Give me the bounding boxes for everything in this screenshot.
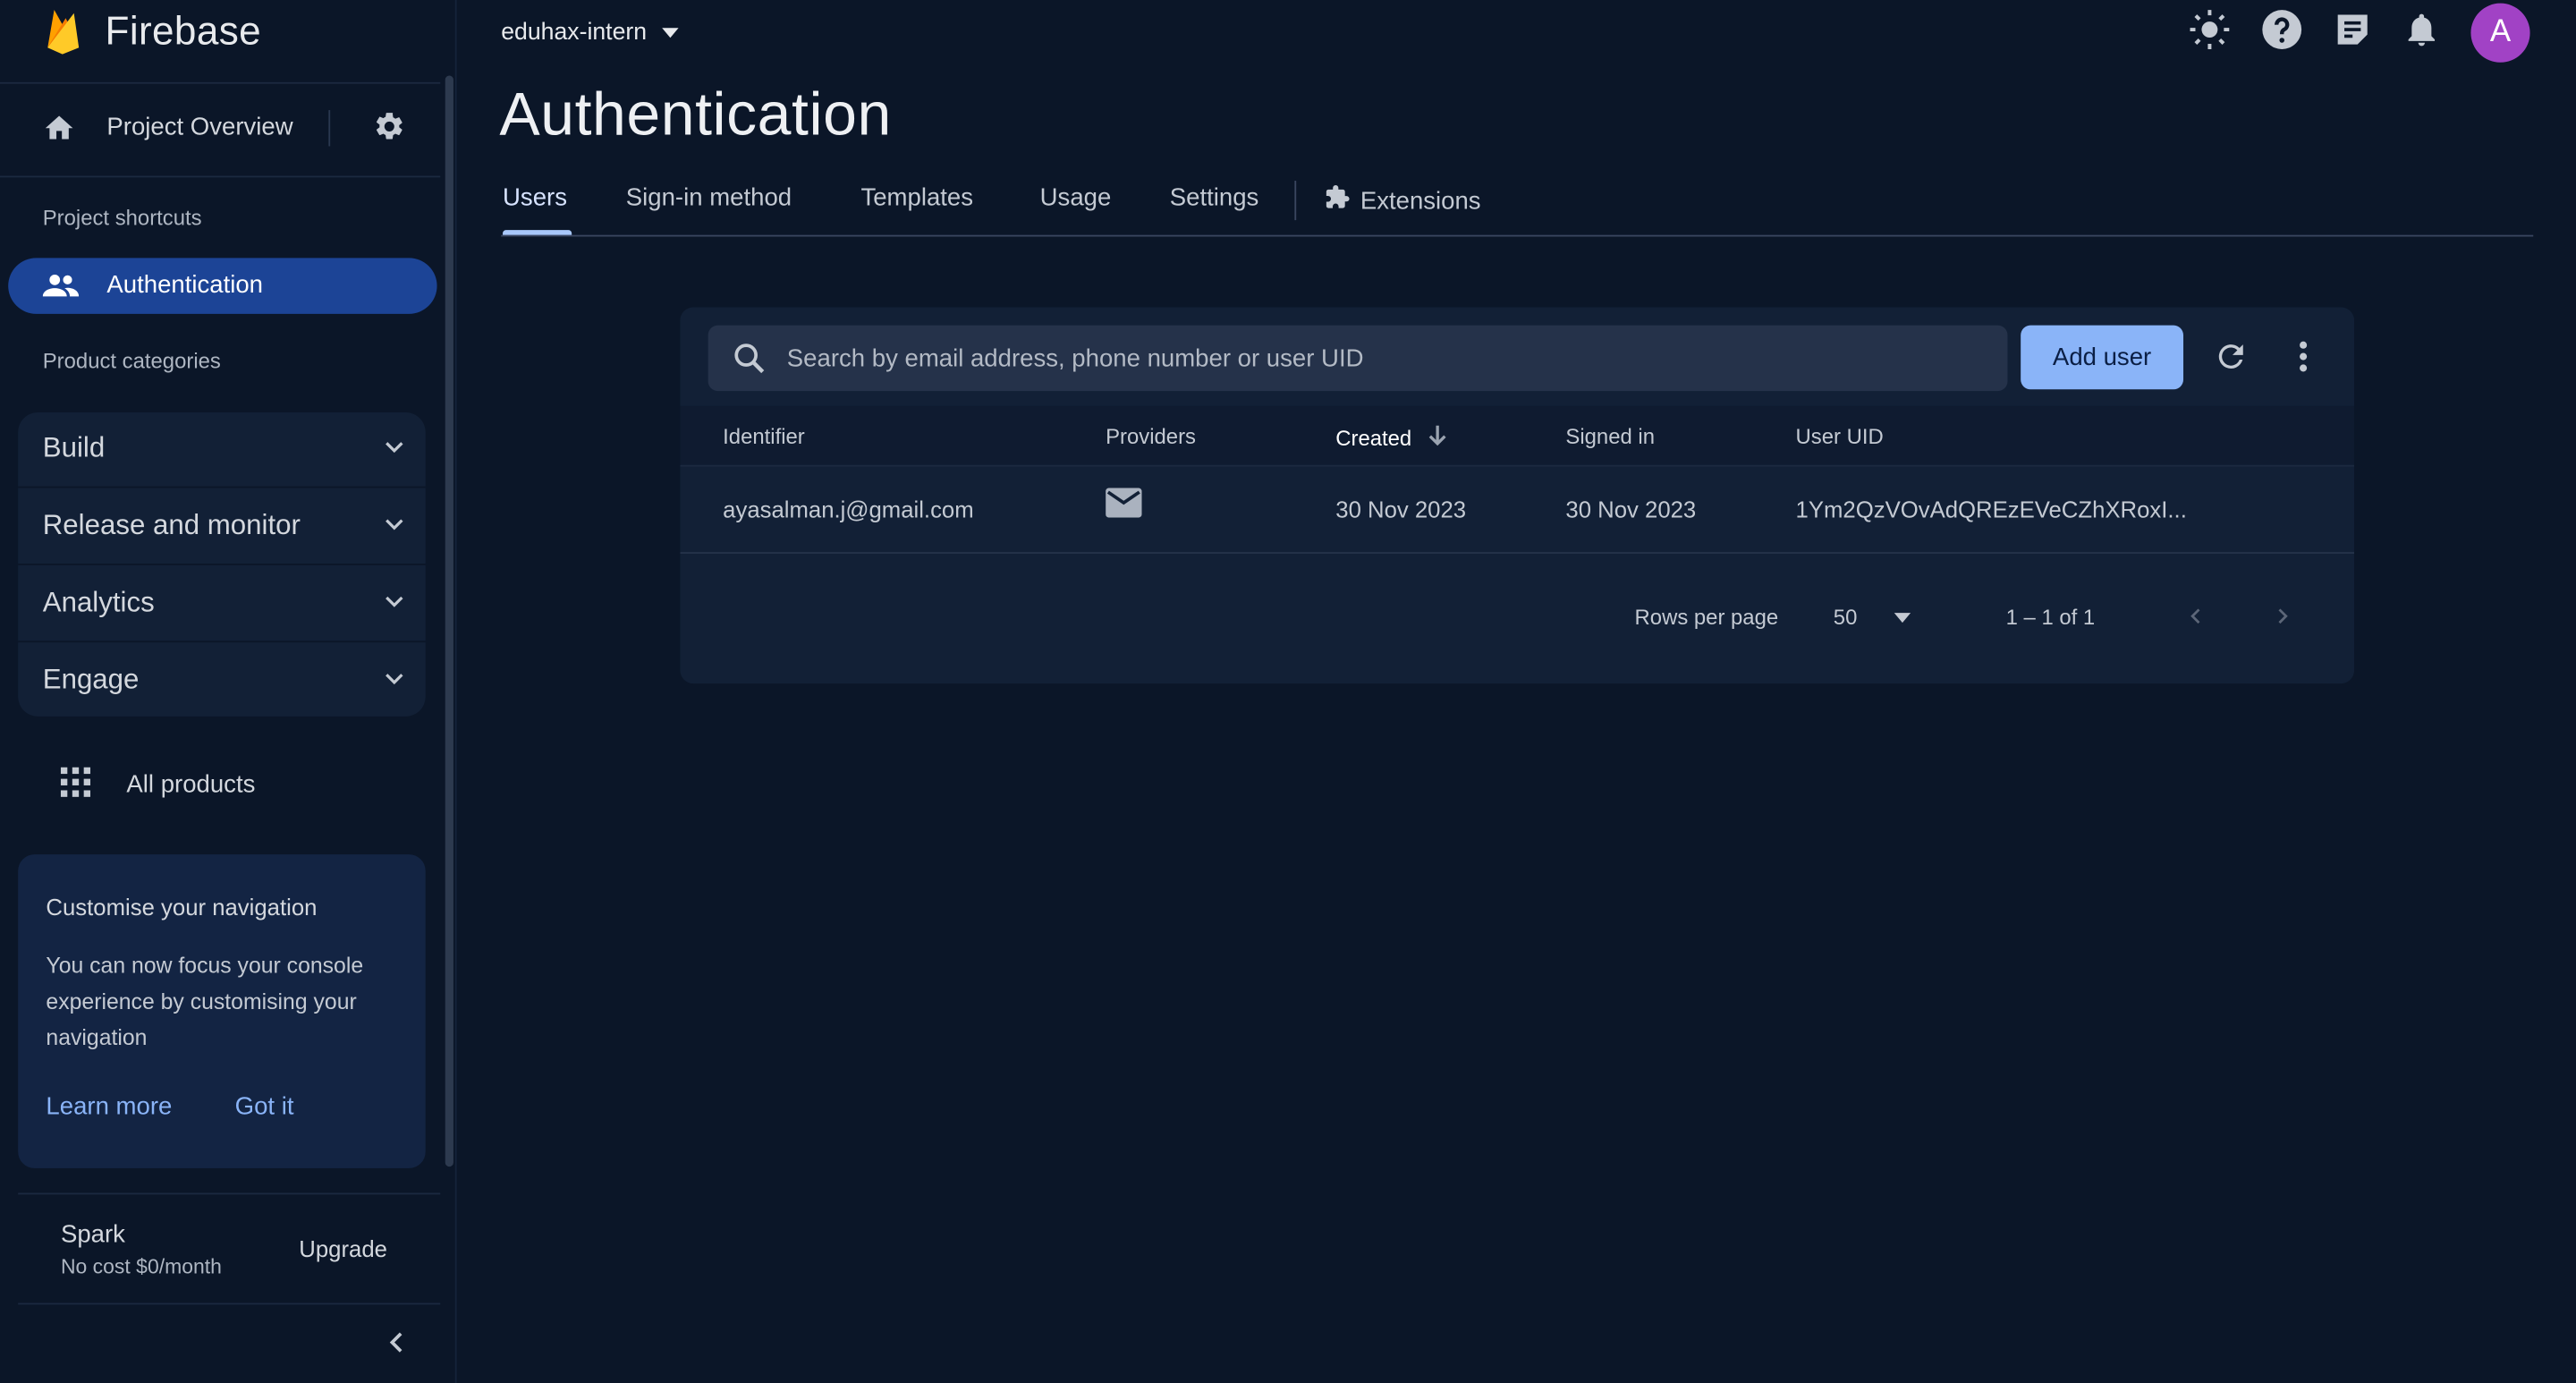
column-header-label: Created [1335, 425, 1412, 451]
tab-label: Templates [860, 183, 974, 212]
search-bar [708, 325, 2008, 392]
column-header-identifier[interactable]: Identifier [723, 424, 805, 449]
users-panel: Add user Identifier Providers Created Si… [680, 307, 2355, 684]
active-tab-indicator [503, 230, 572, 235]
extension-puzzle-icon [1324, 184, 1350, 217]
tab-label: Users [503, 183, 567, 212]
tab-label: Extensions [1360, 186, 1481, 215]
email-icon [1106, 488, 1142, 526]
table-header: Identifier Providers Created Signed in U… [680, 405, 2355, 465]
home-icon [43, 112, 76, 153]
project-name: eduhax-intern [501, 20, 648, 47]
tab-extensions[interactable]: Extensions [1324, 184, 1481, 217]
search-icon [731, 340, 767, 385]
rows-per-page-value: 50 [1833, 604, 1858, 630]
top-actions: A [2189, 3, 2530, 63]
column-header-user-uid[interactable]: User UID [1796, 424, 1884, 449]
shortcuts-heading: Project shortcuts [42, 205, 202, 231]
card-title: Customise your navigation [46, 894, 318, 921]
tab-settings[interactable]: Settings [1170, 184, 1259, 212]
column-header-providers: Providers [1106, 423, 1196, 449]
page-title: Authentication [499, 80, 892, 148]
chevron-down-icon [383, 590, 406, 621]
next-page-icon[interactable] [2272, 603, 2292, 634]
categories-heading: Product categories [42, 348, 221, 373]
gear-icon[interactable] [373, 110, 406, 151]
user-created: 30 Nov 2023 [1335, 496, 1467, 523]
category-analytics[interactable]: Analytics [18, 567, 426, 643]
category-build[interactable]: Build [18, 412, 426, 488]
sidebar-item-label: Authentication [106, 271, 264, 300]
tab-label: Sign-in method [625, 183, 792, 212]
all-products-link[interactable]: All products [59, 765, 255, 806]
plan-cost: No cost $0/month [60, 1255, 222, 1278]
plan-name: Spark [60, 1220, 125, 1249]
brand-name: Firebase [105, 10, 262, 55]
avatar[interactable]: A [2470, 3, 2530, 63]
rows-per-page-label: Rows per page [1634, 604, 1779, 630]
pagination-range: 1 – 1 of 1 [2005, 604, 2096, 630]
category-label: Engage [42, 664, 140, 695]
apps-grid-icon [59, 765, 92, 806]
user-signed-in: 30 Nov 2023 [1565, 496, 1697, 523]
user-identifier: ayasalman.j@gmail.com [723, 496, 974, 523]
card-body: You can now focus your console experienc… [46, 953, 364, 1050]
chevron-down-icon [383, 513, 406, 544]
all-products-label: All products [126, 770, 256, 799]
arrow-down-icon [1428, 424, 1448, 452]
tab-users[interactable]: Users [503, 183, 572, 235]
firebase-brand[interactable]: Firebase [43, 6, 261, 59]
project-switcher[interactable]: eduhax-intern [501, 16, 680, 49]
tab-bar: Users Sign-in method Templates Usage Set… [501, 177, 2534, 237]
column-header-created[interactable]: Created [1335, 424, 1447, 452]
upgrade-button[interactable]: Upgrade [299, 1235, 387, 1261]
rows-per-page-select[interactable]: 50 [1833, 604, 1913, 630]
chevron-down-icon [383, 667, 406, 699]
category-label: Release and monitor [42, 509, 301, 541]
category-engage[interactable]: Engage [18, 644, 426, 719]
caret-down-icon [1894, 605, 1913, 630]
column-header-signed-in[interactable]: Signed in [1565, 424, 1655, 449]
learn-more-link[interactable]: Learn more [46, 1092, 172, 1120]
customise-navigation-card: Customise your navigation You can now fo… [18, 854, 426, 1168]
divider [18, 1302, 441, 1305]
refresh-icon[interactable] [2213, 338, 2249, 383]
help-icon[interactable] [2260, 7, 2303, 58]
sidebar-scrollbar[interactable] [445, 75, 453, 1167]
tab-sign-in-method[interactable]: Sign-in method [626, 184, 792, 212]
tab-usage[interactable]: Usage [1040, 184, 1112, 212]
caret-down-icon [660, 18, 680, 47]
project-overview-link[interactable]: Project Overview [106, 114, 292, 141]
firebase-logo-icon [43, 4, 82, 62]
category-label: Build [42, 432, 106, 463]
search-input[interactable] [786, 325, 1987, 392]
notifications-bell-icon[interactable] [2402, 9, 2441, 56]
project-overview-row: Project Overview [0, 81, 441, 178]
collapse-sidebar-icon[interactable] [385, 1328, 411, 1365]
more-vert-icon[interactable] [2295, 338, 2311, 383]
divider [18, 1192, 441, 1195]
previous-page-icon[interactable] [2187, 603, 2207, 634]
divider [1294, 181, 1297, 221]
tab-templates[interactable]: Templates [860, 184, 973, 212]
category-release-and-monitor[interactable]: Release and monitor [18, 489, 426, 565]
theme-toggle-icon[interactable] [2189, 7, 2232, 58]
category-label: Analytics [42, 586, 155, 618]
sidebar-item-authentication[interactable]: Authentication [8, 258, 437, 314]
feedback-icon[interactable] [2333, 9, 2372, 56]
product-categories: Build Release and monitor Analytics Enga… [18, 412, 426, 717]
table-row[interactable]: ayasalman.j@gmail.com 30 Nov 2023 30 Nov… [680, 464, 2355, 554]
people-icon [42, 273, 80, 308]
sidebar: Firebase Project Overview Project shortc… [0, 0, 457, 1383]
got-it-button[interactable]: Got it [235, 1092, 294, 1120]
divider [328, 110, 331, 147]
tab-label: Usage [1039, 183, 1112, 212]
tab-label: Settings [1169, 183, 1259, 212]
user-uid[interactable]: 1Ym2QzVOvAdQREzEVeCZhXRoxI... [1796, 496, 2187, 522]
chevron-down-icon [383, 436, 406, 467]
add-user-button[interactable]: Add user [2021, 325, 2184, 390]
